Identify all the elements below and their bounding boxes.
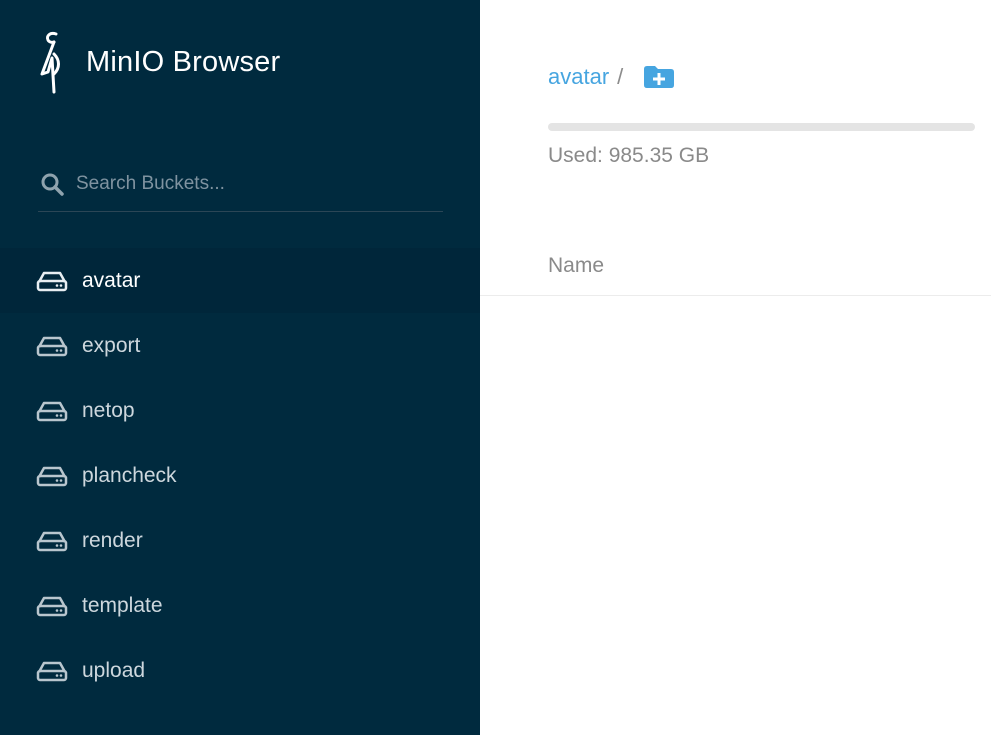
- bucket-label: render: [82, 528, 143, 552]
- bucket-label: export: [82, 333, 141, 357]
- brand[interactable]: MinIO Browser: [36, 30, 280, 94]
- drive-icon: [36, 271, 68, 291]
- usage-prefix: Used:: [548, 144, 609, 167]
- bucket-item-avatar[interactable]: avatar: [0, 248, 480, 313]
- minio-logo-icon: [40, 32, 60, 94]
- bucket-label: template: [82, 593, 163, 617]
- storage-usage-bar: [548, 123, 975, 131]
- minio-browser-app: MinIO Browser avatar: [0, 0, 991, 735]
- bucket-item-template[interactable]: template: [0, 573, 480, 638]
- storage-usage-text: Used: 985.35 GB: [548, 144, 709, 168]
- bucket-item-export[interactable]: export: [0, 313, 480, 378]
- bucket-label: avatar: [82, 268, 141, 292]
- main-panel: avatar / Used: 985.35 GB Name: [480, 0, 991, 735]
- usage-value: 985.35 GB: [608, 144, 710, 167]
- object-table-header: Name: [480, 236, 991, 296]
- bucket-item-netop[interactable]: netop: [0, 378, 480, 443]
- new-folder-icon[interactable]: [643, 65, 675, 89]
- bucket-item-render[interactable]: render: [0, 508, 480, 573]
- drive-icon: [36, 596, 68, 616]
- drive-icon: [36, 336, 68, 356]
- sidebar: MinIO Browser avatar: [0, 0, 480, 735]
- brand-title: MinIO Browser: [86, 45, 281, 78]
- bucket-list: avatar export netop plancheck render tem…: [0, 248, 480, 703]
- bucket-label: upload: [82, 658, 146, 682]
- search-buckets-input[interactable]: [76, 173, 406, 195]
- bucket-item-plancheck[interactable]: plancheck: [0, 443, 480, 508]
- bucket-item-upload[interactable]: upload: [0, 638, 480, 703]
- drive-icon: [36, 401, 68, 421]
- storage-usage-fill: [548, 123, 975, 131]
- bucket-search: [38, 157, 443, 212]
- drive-icon: [36, 531, 68, 551]
- bucket-label: plancheck: [82, 463, 177, 487]
- bucket-label: netop: [82, 398, 135, 422]
- breadcrumb: avatar /: [548, 64, 675, 90]
- breadcrumb-separator: /: [617, 64, 624, 89]
- column-header-name[interactable]: Name: [548, 254, 604, 278]
- drive-icon: [36, 661, 68, 681]
- breadcrumb-bucket-link[interactable]: avatar: [548, 64, 609, 90]
- search-icon: [41, 173, 64, 196]
- drive-icon: [36, 466, 68, 486]
